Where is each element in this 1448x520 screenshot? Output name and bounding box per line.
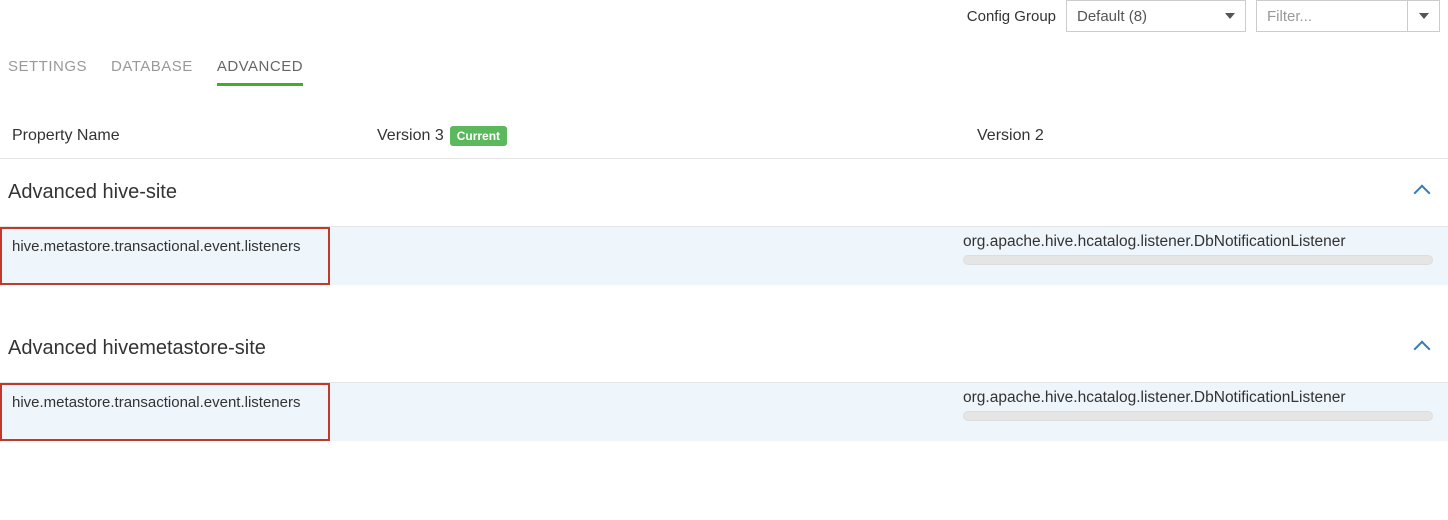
- horizontal-scrollbar[interactable]: [963, 411, 1433, 421]
- section-header-advanced-hive-site[interactable]: Advanced hive-site: [0, 159, 1448, 227]
- section-header-advanced-hivemetastore-site[interactable]: Advanced hivemetastore-site: [0, 315, 1448, 383]
- property-row: hive.metastore.transactional.event.liste…: [0, 227, 1448, 285]
- section-title: Advanced hive-site: [8, 181, 177, 204]
- property-v2-value: org.apache.hive.hcatalog.listener.DbNoti…: [963, 233, 1346, 251]
- config-group-label: Config Group: [967, 8, 1056, 25]
- caret-down-icon: [1419, 13, 1429, 19]
- chevron-up-icon: [1414, 184, 1431, 201]
- tab-database[interactable]: DATABASE: [111, 58, 193, 86]
- caret-down-icon: [1225, 13, 1235, 19]
- property-v2-value: org.apache.hive.hcatalog.listener.DbNoti…: [963, 389, 1346, 407]
- column-headers: Property Name Version 3 Current Version …: [0, 86, 1448, 159]
- section-title: Advanced hivemetastore-site: [8, 337, 266, 360]
- property-v3-cell: [365, 383, 955, 441]
- header-version2: Version 2: [977, 127, 1436, 145]
- tab-advanced[interactable]: ADVANCED: [217, 58, 303, 86]
- property-name-cell: hive.metastore.transactional.event.liste…: [0, 227, 330, 285]
- config-group-select[interactable]: Default (8): [1066, 0, 1246, 32]
- filter-box[interactable]: [1256, 0, 1440, 32]
- filter-dropdown-button[interactable]: [1407, 1, 1439, 31]
- header-version3: Version 3: [377, 127, 444, 145]
- property-row: hive.metastore.transactional.event.liste…: [0, 383, 1448, 441]
- property-name-cell: hive.metastore.transactional.event.liste…: [0, 383, 330, 441]
- filter-input[interactable]: [1257, 1, 1407, 31]
- current-badge: Current: [450, 126, 507, 146]
- header-property-name: Property Name: [12, 127, 377, 145]
- chevron-up-icon: [1414, 340, 1431, 357]
- config-group-selected-value: Default (8): [1077, 8, 1147, 25]
- property-v3-cell: [365, 227, 955, 285]
- horizontal-scrollbar[interactable]: [963, 255, 1433, 265]
- property-v2-cell: org.apache.hive.hcatalog.listener.DbNoti…: [955, 227, 1448, 285]
- tabs: SETTINGS DATABASE ADVANCED: [0, 40, 1448, 86]
- property-v2-cell: org.apache.hive.hcatalog.listener.DbNoti…: [955, 383, 1448, 441]
- tab-settings[interactable]: SETTINGS: [8, 58, 87, 86]
